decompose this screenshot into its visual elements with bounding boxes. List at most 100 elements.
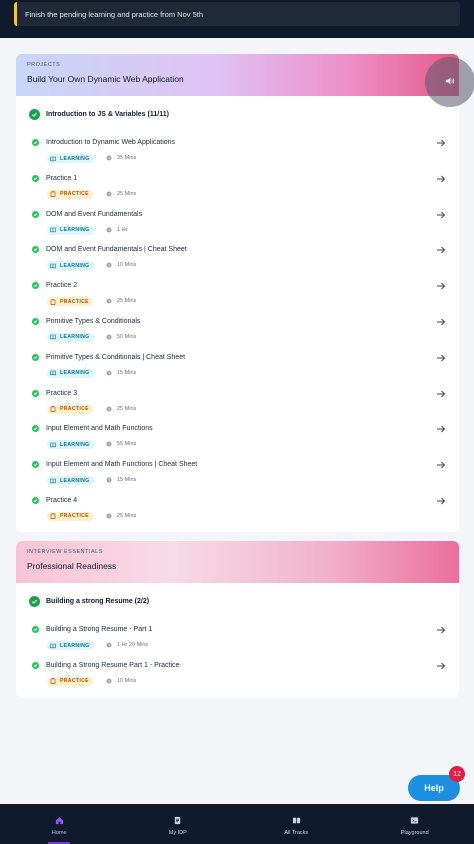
arrow-right-icon[interactable] (436, 389, 446, 399)
list-item[interactable]: DOM and Event Fundamentals | Cheat Sheet… (16, 239, 459, 275)
tag-label: LEARNING (60, 370, 90, 377)
tag-label: LEARNING (60, 477, 90, 484)
list-item[interactable]: Input Element and Math Functions LEARNING… (16, 418, 459, 454)
check-icon (32, 425, 39, 433)
arrow-right-icon[interactable] (436, 661, 446, 671)
tag-label: LEARNING (60, 441, 90, 448)
arrow-right-icon[interactable] (436, 353, 446, 363)
duration-text: 1 Hr (117, 226, 128, 233)
arrow-right-icon[interactable] (436, 317, 446, 327)
arrow-right-icon[interactable] (436, 460, 446, 470)
list-item[interactable]: Primitive Types & Conditionals LEARNING 50… (16, 311, 459, 347)
check-icon (32, 317, 39, 325)
check-icon (32, 353, 39, 361)
check-circle-icon (29, 108, 40, 120)
item-title: Building a Strong Resume Part 1 - Practi… (46, 661, 180, 669)
list-item[interactable]: Practice 4 PRACTICE 25 Mins (16, 490, 459, 526)
practice-tag: PRACTICE (47, 404, 93, 414)
clipboard-icon (50, 406, 56, 413)
list-item[interactable]: Practice 3 PRACTICE 25 Mins (16, 383, 459, 419)
module-title: Introduction to JS & Variables (11/11) (46, 110, 169, 118)
duration: 25 Mins (106, 191, 136, 197)
module-header[interactable]: Building a strong Resume (2/2) (16, 583, 459, 619)
pending-alert-text: Finish the pending learning and practice… (25, 9, 204, 19)
duration-text: 15 Mins (117, 369, 137, 376)
clock-icon (106, 334, 112, 340)
clock-icon (106, 155, 112, 161)
nav-playground[interactable]: Playground (356, 804, 474, 844)
check-icon (32, 210, 39, 218)
clock-icon (106, 642, 112, 648)
projects-card: PROJECTS Build Your Own Dynamic Web Appl… (16, 54, 459, 532)
terminal-icon (410, 816, 419, 827)
list-item[interactable]: Building a Strong Resume Part 1 - Practi… (16, 655, 459, 691)
list-item[interactable]: Practice 1 PRACTICE 25 Mins (16, 168, 459, 204)
book-icon (50, 263, 56, 269)
tag-label: PRACTICE (60, 406, 89, 413)
arrow-right-icon[interactable] (436, 245, 446, 255)
interview-title: Professional Readiness (27, 561, 117, 571)
tag-label: LEARNING (60, 334, 90, 341)
arrow-right-icon[interactable] (436, 496, 446, 506)
clock-icon (106, 262, 112, 268)
item-title: Primitive Types & Conditionals (46, 317, 141, 325)
arrow-right-icon[interactable] (436, 281, 446, 291)
help-label: Help (424, 783, 444, 793)
pending-alert[interactable]: Finish the pending learning and practice… (14, 2, 460, 26)
nav-label: My IDP (168, 830, 187, 836)
tag-label: LEARNING (60, 262, 90, 269)
duration: 1 Hr (106, 227, 127, 233)
check-icon (32, 626, 39, 633)
main-content: PROJECTS Build Your Own Dynamic Web Appl… (0, 38, 474, 804)
book-icon (50, 370, 56, 376)
sound-toggle-button[interactable] (425, 57, 474, 107)
duration-text: 35 Mins (117, 155, 137, 161)
duration-text: 1 Hr 20 Mins (117, 642, 149, 648)
item-title: Input Element and Math Functions (46, 425, 153, 433)
list-item[interactable]: Practice 2 PRACTICE 25 Mins (16, 275, 459, 311)
list-item[interactable]: Building a Strong Resume - Part 1 LEARNIN… (16, 619, 459, 655)
clock-icon (106, 406, 112, 412)
check-circle-icon (29, 595, 40, 607)
nav-my-idp[interactable]: My IDP (119, 804, 238, 844)
learning-tag: LEARNING (47, 641, 94, 650)
learning-tag: LEARNING (47, 225, 94, 235)
clipboard-icon (50, 298, 56, 305)
list-item[interactable]: Primitive Types & Conditionals | Cheat S… (16, 347, 459, 383)
arrow-right-icon[interactable] (436, 210, 446, 220)
book-icon (50, 335, 56, 340)
book-icon (50, 643, 56, 648)
tag-label: LEARNING (60, 155, 90, 162)
list-item[interactable]: Introduction to Dynamic Web Applications… (16, 132, 459, 168)
check-icon (32, 389, 39, 397)
list-item[interactable]: DOM and Event Fundamentals LEARNING 1 Hr (16, 204, 459, 240)
arrow-right-icon[interactable] (436, 174, 446, 184)
duration-text: 10 Mins (117, 262, 137, 269)
practice-tag: PRACTICE (47, 511, 93, 521)
clock-icon (106, 370, 112, 376)
arrow-right-icon[interactable] (436, 424, 446, 434)
bottom-nav: Home My IDP All Tracks Playground (0, 804, 474, 844)
nav-label: Home (51, 830, 67, 836)
nav-home[interactable]: Home (0, 804, 119, 844)
practice-tag: PRACTICE (47, 297, 93, 307)
check-icon (32, 282, 39, 290)
list-item[interactable]: Input Element and Math Functions | Cheat… (16, 454, 459, 490)
clock-icon (106, 227, 112, 233)
module-header[interactable]: Introduction to JS & Variables (11/11) (16, 96, 459, 132)
projects-card-header: PROJECTS Build Your Own Dynamic Web Appl… (16, 54, 459, 96)
arrow-right-icon[interactable] (436, 625, 446, 635)
document-icon (173, 816, 182, 827)
item-title: Introduction to Dynamic Web Applications (46, 139, 176, 146)
nav-all-tracks[interactable]: All Tracks (237, 804, 356, 844)
arrow-right-icon[interactable] (436, 138, 446, 148)
item-title: DOM and Event Fundamentals | Cheat Sheet (46, 246, 187, 254)
notification-badge: 12 (449, 766, 465, 782)
interview-item-list: Building a Strong Resume - Part 1 LEARNIN… (16, 619, 459, 691)
notification-count: 12 (453, 770, 461, 778)
duration-text: 25 Mins (117, 405, 137, 412)
interview-card-header: INTERVIEW ESSENTIALS Professional Readin… (16, 541, 459, 583)
projects-title: Build Your Own Dynamic Web Application (27, 74, 184, 84)
item-title: Building a Strong Resume - Part 1 (46, 626, 153, 633)
nav-label: Playground (400, 830, 429, 836)
